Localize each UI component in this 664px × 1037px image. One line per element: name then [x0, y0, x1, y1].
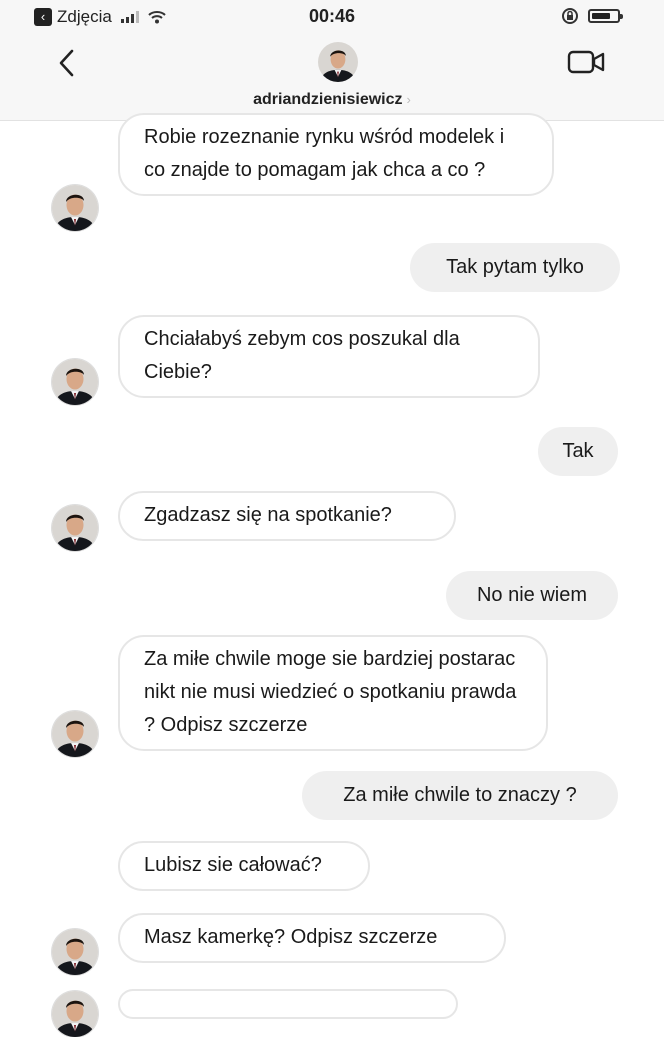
avatar[interactable] [52, 991, 98, 1037]
outgoing-message: No nie wiem [446, 571, 618, 620]
avatar[interactable] [52, 929, 98, 975]
incoming-message: Robie rozeznanie rynku wśród modelek i c… [118, 113, 554, 196]
video-camera-icon[interactable] [566, 48, 606, 76]
incoming-message: Za miłe chwile moge sie bardziej postara… [118, 635, 548, 751]
avatar[interactable] [52, 359, 98, 405]
orientation-lock-icon [562, 8, 578, 24]
outgoing-message: Za miłe chwile to znaczy ? [302, 771, 618, 820]
incoming-message-partial [118, 989, 458, 1019]
chevron-right-icon: › [406, 92, 411, 107]
incoming-message: Zgadzasz się na spotkanie? [118, 491, 456, 541]
username: adriandzienisiewicz [253, 91, 403, 108]
outgoing-message: Tak [538, 427, 618, 476]
battery-level [592, 13, 611, 19]
battery-icon [588, 9, 623, 23]
avatar[interactable] [52, 185, 98, 231]
outgoing-message: Tak pytam tylko [410, 243, 620, 292]
incoming-message: Masz kamerkę? Odpisz szczerze [118, 913, 506, 963]
chevron-left-icon[interactable] [54, 46, 82, 80]
username-title[interactable]: adriandzienisiewicz › [0, 91, 664, 109]
status-bar: ‹ Zdjęcia 00:46 [0, 0, 664, 34]
chat-header: adriandzienisiewicz › [0, 34, 664, 121]
incoming-message: Chciałabyś zebym cos poszukal dla Ciebie… [118, 315, 540, 398]
incoming-message: Lubisz sie całować? [118, 841, 370, 891]
message-thread[interactable]: Robie rozeznanie rynku wśród modelek i c… [0, 113, 664, 996]
avatar[interactable] [52, 505, 98, 551]
avatar[interactable] [318, 42, 358, 82]
avatar[interactable] [52, 711, 98, 757]
